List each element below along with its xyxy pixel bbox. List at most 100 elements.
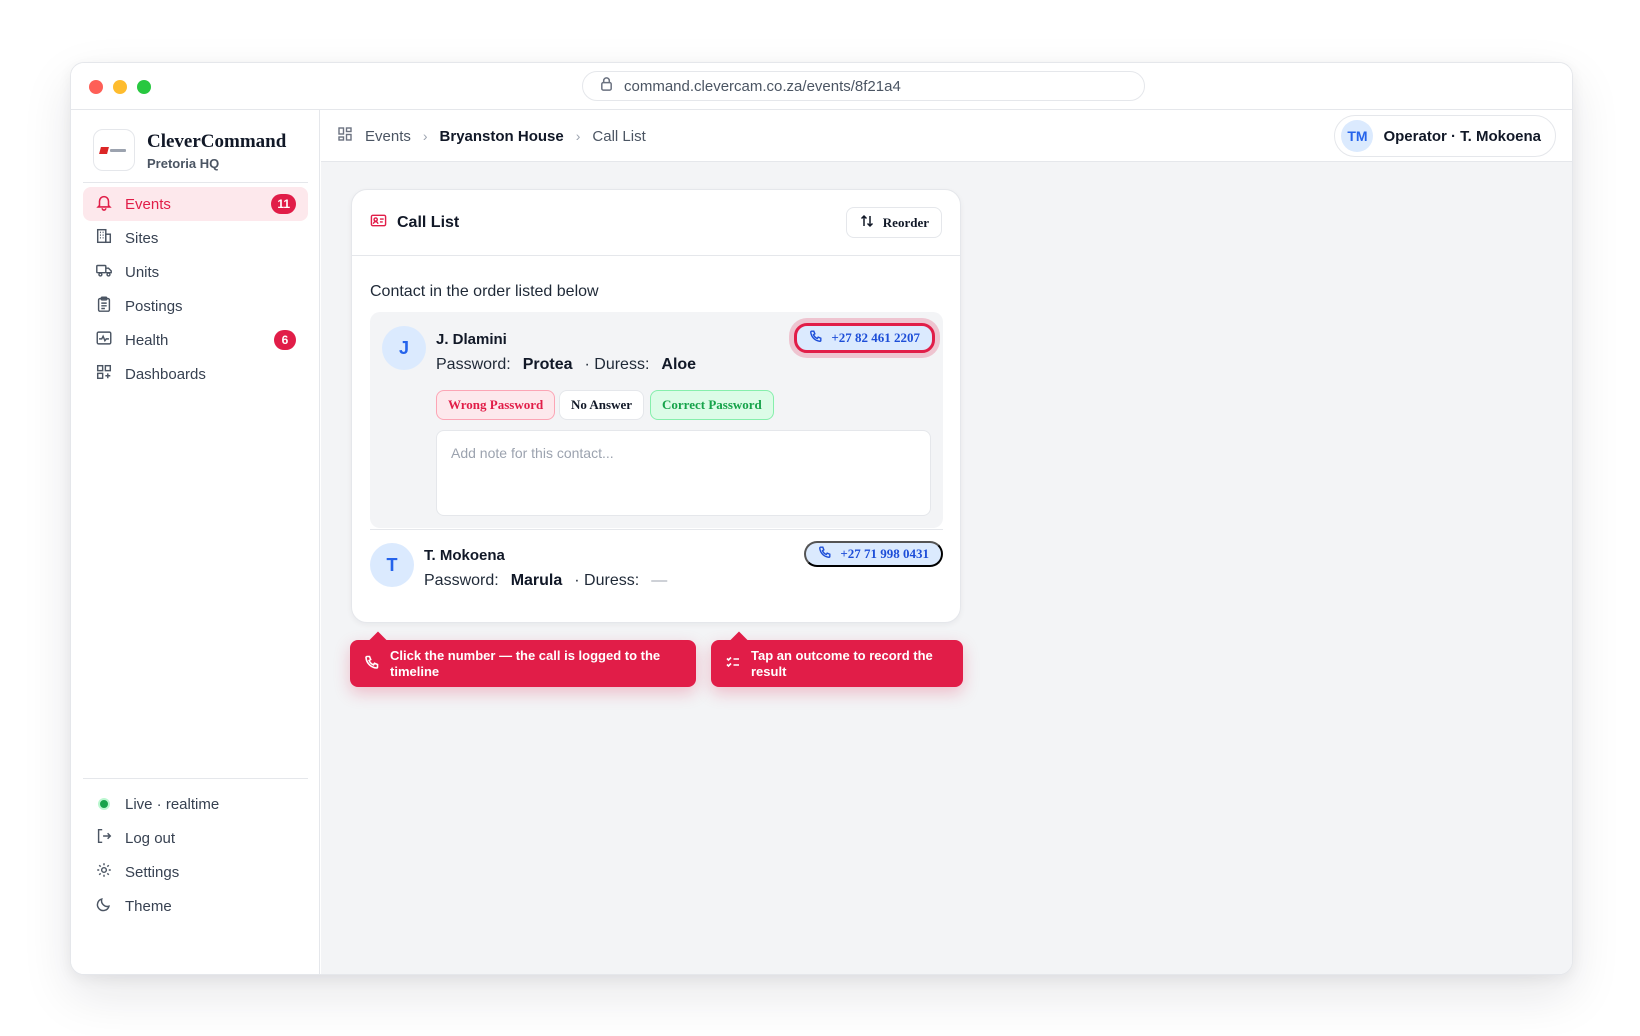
password-value: Protea [522, 356, 573, 373]
password-label: Password: [436, 356, 511, 373]
live-status: Live · realtime [83, 787, 308, 821]
card-title-text: Call List [397, 214, 460, 231]
logout-label: Log out [125, 829, 176, 847]
live-status-dot [98, 798, 110, 810]
phone-icon [364, 654, 380, 674]
minimize-window-button[interactable] [113, 80, 127, 94]
breadcrumb-current: Call List [592, 127, 646, 145]
sidebar-item-label: Units [125, 263, 160, 281]
logout-icon [95, 827, 113, 849]
outcome-tip-text: Tap an outcome to record the result [751, 647, 933, 679]
theme-label: Theme [125, 897, 172, 915]
moon-icon [95, 895, 113, 917]
sidebar-item-label: Postings [125, 297, 183, 315]
theme-button[interactable]: Theme [83, 889, 308, 923]
sidebar-item-label: Events [125, 195, 171, 213]
contact-row: J J. Dlamini Password: Protea · Duress: … [370, 312, 943, 528]
correct-password-button[interactable]: Correct Password [650, 390, 774, 420]
events-grid-icon [337, 126, 353, 146]
reorder-icon [859, 213, 875, 233]
contact-credentials: Password: Protea · Duress: Aloe [436, 356, 702, 374]
chevron-right-icon: › [422, 128, 428, 144]
breadcrumb-site[interactable]: Bryanston House [440, 128, 564, 145]
events-count-badge: 11 [271, 194, 296, 214]
sidebar: CleverCommand Pretoria HQ Events 11 Site… [71, 110, 320, 974]
title-bar: command.clevercam.co.za/events/8f21a4 [71, 63, 1572, 110]
call-tip-text: Click the number — the call is logged to… [390, 647, 661, 679]
wrong-password-button[interactable]: Wrong Password [436, 390, 556, 420]
clipboard-icon [95, 295, 113, 317]
contact-avatar: J [382, 326, 426, 370]
phone-icon [809, 329, 823, 347]
bell-icon [95, 193, 113, 215]
contact-divider [370, 529, 943, 530]
address-bar[interactable]: command.clevercam.co.za/events/8f21a4 [582, 71, 1145, 101]
duress-value: — [651, 572, 668, 589]
maximize-window-button[interactable] [137, 80, 151, 94]
brand-subtitle: Pretoria HQ [147, 156, 220, 171]
call-instruction: Contact in the order listed below [370, 283, 599, 300]
card-header: Call List Reorder [352, 190, 960, 256]
live-status-label: Live · realtime [125, 795, 220, 813]
card-title: Call List [370, 212, 459, 234]
settings-button[interactable]: Settings [83, 855, 308, 889]
sidebar-item-label: Health [125, 331, 169, 349]
settings-label: Settings [125, 863, 180, 881]
breadcrumb-events[interactable]: Events [365, 128, 411, 145]
contact-credentials: Password: Marula · Duress: — [424, 572, 667, 590]
gear-icon [95, 861, 113, 883]
call-phone-button[interactable]: +27 82 461 2207 [794, 323, 935, 353]
contact-note-input[interactable] [436, 430, 931, 516]
sidebar-item-label: Sites [125, 229, 159, 247]
brand-logo [93, 129, 135, 171]
contact-card-icon [370, 212, 387, 234]
activity-icon [95, 329, 113, 351]
contact-row: T T. Mokoena Password: Marula · Duress: … [370, 538, 943, 608]
contact-avatar: T [370, 543, 414, 587]
building-icon [95, 227, 113, 249]
phone-number: +27 82 461 2207 [831, 330, 920, 345]
outcome-tip-tooltip: Tap an outcome to record the result [711, 640, 963, 687]
sidebar-item-health[interactable]: Health 6 [83, 323, 308, 357]
phone-icon [818, 545, 832, 563]
duress-label: · Duress: [584, 356, 650, 373]
sidebar-item-sites[interactable]: Sites [83, 221, 308, 255]
call-tip-tooltip: Click the number — the call is logged to… [350, 640, 696, 687]
checklist-icon [725, 654, 741, 674]
health-count-badge: 6 [274, 330, 296, 350]
address-url: command.clevercam.co.za/events/8f21a4 [624, 77, 901, 95]
password-label: Password: [424, 572, 499, 589]
call-phone-button[interactable]: +27 71 998 0431 [804, 541, 943, 567]
sidebar-item-units[interactable]: Units [83, 255, 308, 289]
lock-icon [599, 76, 614, 96]
logout-button[interactable]: Log out [83, 821, 308, 855]
duress-label: · Duress: [574, 572, 640, 589]
call-list-card: Call List Reorder Contact in the order l… [351, 189, 961, 623]
sidebar-divider [83, 182, 308, 183]
operator-menu[interactable]: TM Operator · T. Mokoena [1334, 115, 1556, 157]
reorder-button[interactable]: Reorder [845, 207, 942, 238]
breadcrumb: Events › Bryanston House › Call List [337, 110, 646, 162]
reorder-label: Reorder [882, 214, 929, 230]
sidebar-footer-divider [83, 778, 308, 779]
chevron-right-icon: › [575, 128, 581, 144]
password-value: Marula [510, 572, 563, 589]
sidebar-item-events[interactable]: Events 11 [83, 187, 308, 221]
main-content: Events › Bryanston House › Call List TM … [321, 110, 1572, 974]
brand-name: CleverCommand [147, 131, 287, 152]
contact-name: J. Dlamini [436, 331, 507, 348]
sidebar-item-dashboards[interactable]: Dashboards [83, 357, 308, 391]
close-window-button[interactable] [89, 80, 103, 94]
sidebar-item-postings[interactable]: Postings [83, 289, 308, 323]
phone-number: +27 71 998 0431 [840, 546, 929, 561]
truck-icon [95, 261, 113, 283]
operator-name: Operator · T. Mokoena [1383, 127, 1541, 145]
duress-value: Aloe [661, 356, 697, 373]
grid-icon [95, 363, 113, 385]
contact-name: T. Mokoena [424, 547, 505, 564]
no-answer-button[interactable]: No Answer [559, 390, 645, 420]
browser-window: command.clevercam.co.za/events/8f21a4 Cl… [70, 62, 1573, 975]
sidebar-item-label: Dashboards [125, 365, 206, 383]
avatar: TM [1341, 120, 1374, 152]
top-bar: Events › Bryanston House › Call List TM … [321, 110, 1572, 162]
